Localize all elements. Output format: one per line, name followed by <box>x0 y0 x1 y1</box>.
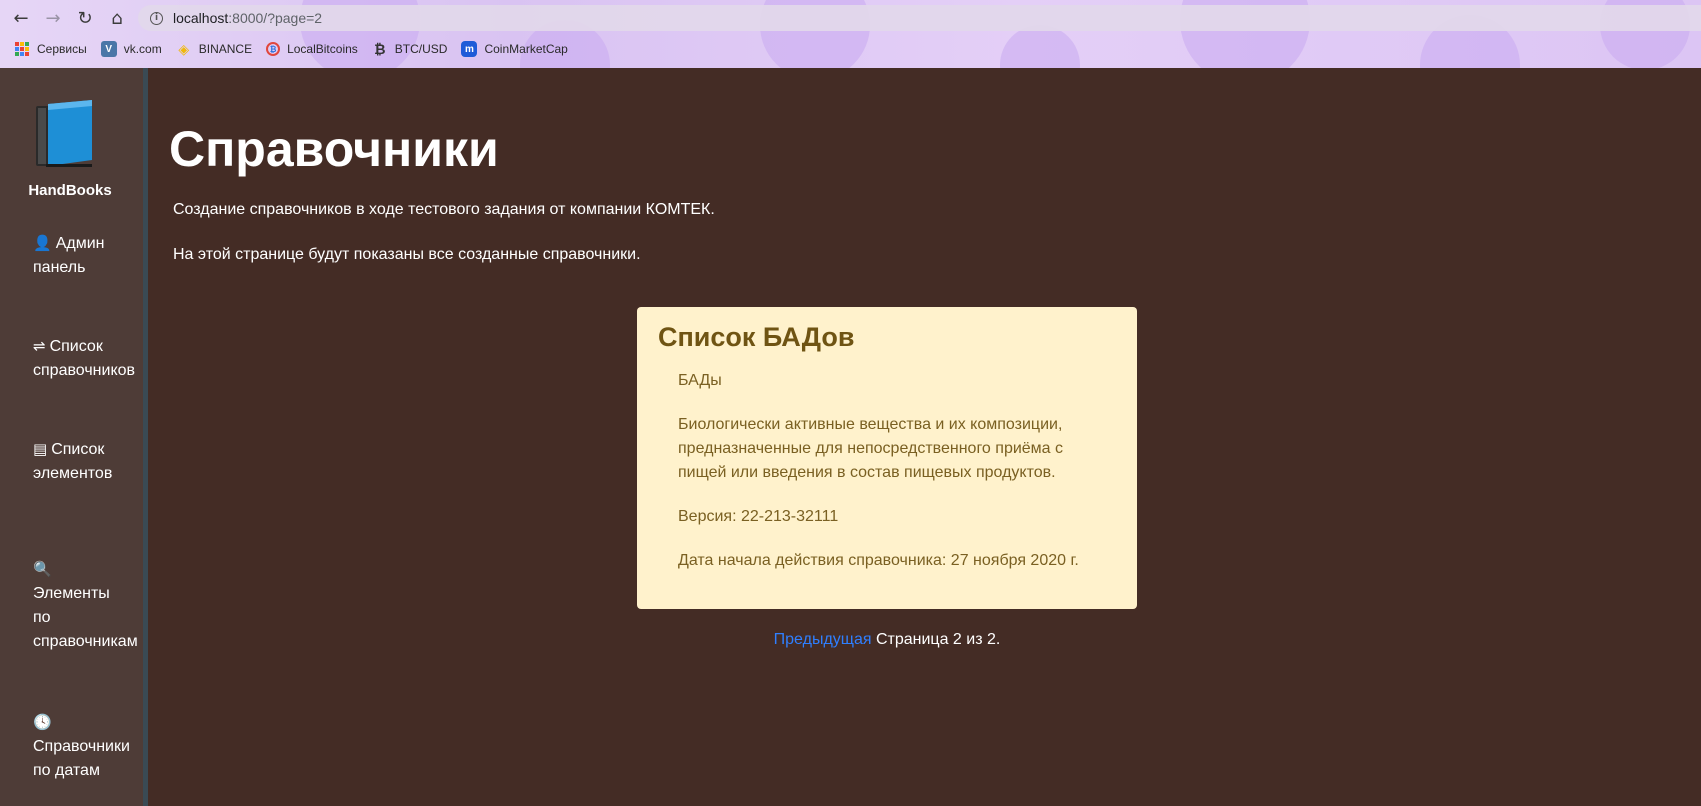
intro-text: На этой странице будут показаны все созд… <box>173 246 641 263</box>
url-path: :8000/?page=2 <box>228 10 323 26</box>
reload-icon[interactable]: ↻ <box>73 6 97 30</box>
bookmark-binance[interactable]: ◈ BINANCE <box>176 41 252 57</box>
bookmark-label: BINANCE <box>198 42 253 56</box>
sidebar-item-handbooks-by-dates[interactable]: 🕓 Справочники по датам <box>33 710 145 783</box>
list-icon: ▤ <box>33 440 48 458</box>
sidebar-item-label: справочников <box>33 362 136 379</box>
sidebar-item-handbooks-list[interactable]: ⇌ Список справочников <box>33 334 145 383</box>
vk-icon: V <box>100 41 117 57</box>
bookmark-label: LocalBitcoins <box>287 42 358 56</box>
sidebar-item-label: Элементы <box>33 585 110 602</box>
sidebar-item-label: элементов <box>33 465 113 482</box>
bookmark-services[interactable]: Сервисы <box>14 41 87 57</box>
sidebar-item-label: Список <box>51 441 105 458</box>
bookmark-btcusd[interactable]: ₿ BTC/USD <box>372 41 448 57</box>
sidebar-item-label: Админ <box>55 235 105 252</box>
bookmarks-bar: Сервисы V vk.com ◈ BINANCE ₿ LocalBitcoi… <box>0 37 568 61</box>
sidebar-item-label: по датам <box>33 762 100 779</box>
previous-page-link[interactable]: Предыдущая <box>774 631 872 648</box>
intro-text: Создание справочников в ходе тестового з… <box>173 201 715 218</box>
bookmark-label: BTC/USD <box>394 42 448 56</box>
brand-name: HandBooks <box>28 182 112 199</box>
bookmark-localbitcoins[interactable]: ₿ LocalBitcoins <box>266 42 358 56</box>
signs-icon: ⇌ <box>33 337 46 355</box>
info-icon[interactable]: i <box>150 11 163 25</box>
bookmark-vk[interactable]: V vk.com <box>100 41 162 57</box>
bookmark-label: CoinMarketCap <box>484 42 568 56</box>
coinmarketcap-icon: m <box>461 41 478 57</box>
search-icon: 🔍 <box>33 560 52 578</box>
apps-grid-icon <box>14 41 30 57</box>
browser-toolbar: ← → ↻ ⌂ i localhost:8000/?page=2 <box>0 0 1701 36</box>
sidebar-item-elements-list[interactable]: ▤ Список элементов <box>33 437 145 486</box>
bookmark-label: Сервисы <box>37 42 87 56</box>
url-host: localhost <box>173 10 229 26</box>
browser-chrome: ← → ↻ ⌂ i localhost:8000/?page=2 Сервисы… <box>0 0 1701 68</box>
handbook-card: Список БАДов БАДы Биологически активные … <box>637 307 1137 609</box>
sidebar-item-elements-by-handbooks[interactable]: 🔍 Элементы по справочникам <box>33 557 145 654</box>
back-icon[interactable]: ← <box>9 6 33 30</box>
book-logo-icon <box>36 100 92 167</box>
user-cog-icon: 👤 <box>33 234 52 252</box>
localbitcoins-icon: ₿ <box>266 42 281 56</box>
card-start-date: Дата начала действия справочника: 27 ноя… <box>678 552 1079 569</box>
home-icon[interactable]: ⌂ <box>105 6 129 30</box>
sidebar-item-label: по <box>33 609 51 626</box>
sidebar-item-label: Справочники <box>33 738 130 755</box>
pagination: Предыдущая Страница 2 из 2. <box>153 631 1621 649</box>
page-title: Справочники <box>169 121 499 177</box>
sidebar: HandBooks 👤 Админ панель ⇌ Список справочн… <box>0 68 148 806</box>
binance-icon: ◈ <box>178 40 190 57</box>
sidebar-item-admin-panel[interactable]: 👤 Админ панель <box>33 231 145 280</box>
sidebar-item-label: панель <box>33 259 86 276</box>
main-content: Справочники Создание справочников в ходе… <box>153 68 1701 806</box>
sidebar-item-label: справочникам <box>33 633 138 650</box>
forward-icon[interactable]: → <box>41 6 65 30</box>
sidebar-item-label: Список <box>49 338 103 355</box>
clock-icon: 🕓 <box>33 713 52 731</box>
address-bar[interactable]: i localhost:8000/?page=2 <box>138 5 1701 31</box>
card-description: Биологически активные вещества и их комп… <box>678 416 1064 481</box>
page-status: Страница 2 из 2. <box>875 631 1001 648</box>
card-title: Список БАДов <box>658 322 855 352</box>
bookmark-label: vk.com <box>123 42 162 56</box>
card-short-name: БАДы <box>678 372 722 389</box>
card-version: Версия: 22-213-32111 <box>678 508 839 525</box>
bookmark-coinmarketcap[interactable]: m CoinMarketCap <box>461 41 568 57</box>
bitcoin-icon: ₿ <box>374 41 386 57</box>
